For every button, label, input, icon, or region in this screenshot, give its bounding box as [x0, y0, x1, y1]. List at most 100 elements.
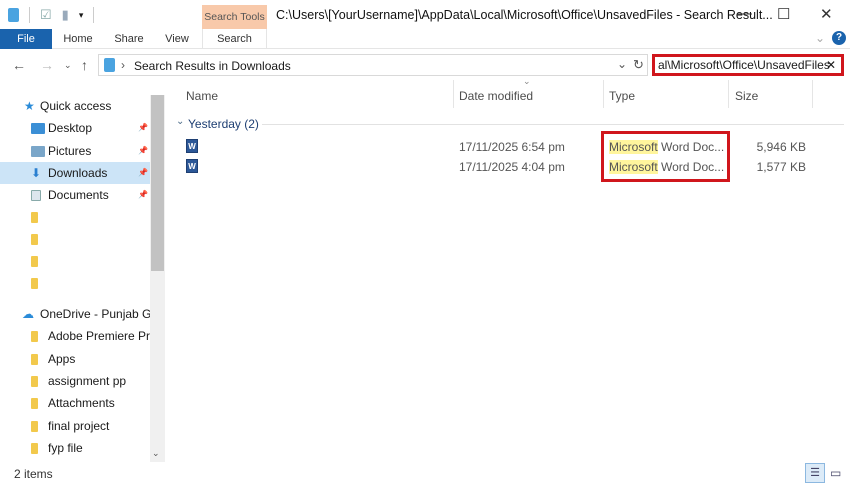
sidebar-item[interactable]: Documents 📌 — [0, 184, 150, 206]
group-divider — [262, 124, 844, 125]
help-icon[interactable]: ? — [832, 31, 846, 45]
sidebar-item[interactable]: final project — [0, 415, 150, 437]
folder-icon — [31, 354, 38, 365]
file-size: 1,577 KB — [756, 160, 806, 174]
sidebar-item-label: Quick access — [40, 99, 112, 113]
sidebar-item-label: Attachments — [48, 396, 115, 410]
sidebar-item-label: Apps — [48, 352, 76, 366]
address-dropdown-icon[interactable]: ⌄ — [617, 57, 627, 71]
sidebar-item[interactable]: Desktop 📌 — [0, 117, 150, 139]
star-icon: ★ — [24, 99, 35, 113]
window-title: C:\Users\[YourUsername]\AppData\Local\Mi… — [276, 8, 773, 22]
sidebar-item-label: Adobe Premiere Pro — [48, 329, 150, 343]
column-divider[interactable] — [812, 80, 813, 108]
sidebar-item[interactable]: Pictures 📌 — [0, 140, 150, 162]
sidebar-item[interactable] — [0, 228, 150, 250]
pin-icon[interactable]: 📌 — [138, 140, 148, 162]
pictures-icon — [31, 146, 45, 157]
documents-icon — [31, 190, 41, 201]
sidebar-item[interactable]: Attachments — [0, 392, 150, 414]
folder-icon — [31, 421, 38, 432]
cloud-icon: ☁ — [22, 307, 34, 321]
forward-button[interactable]: → — [40, 57, 54, 73]
sidebar-item[interactable]: ⬇ Downloads 📌 — [0, 162, 150, 184]
sidebar-item-label: final project — [48, 419, 110, 433]
word-document-icon: W — [186, 159, 198, 173]
column-divider[interactable] — [453, 80, 454, 108]
sidebar-item[interactable]: fyp file — [0, 437, 150, 459]
search-query: al\Microsoft\Office\UnsavedFiles — [658, 58, 830, 72]
large-icons-view-button[interactable]: ▭ — [830, 466, 841, 480]
column-divider[interactable] — [603, 80, 604, 108]
word-document-icon: W — [186, 139, 198, 153]
back-button[interactable]: ← — [12, 57, 26, 73]
tab-home[interactable]: Home — [60, 29, 96, 49]
breadcrumb[interactable]: Search Results in Downloads — [134, 59, 291, 73]
new-folder-icon[interactable]: ▮ — [62, 7, 69, 23]
sidebar-item[interactable] — [0, 206, 150, 228]
sidebar-item[interactable]: assignment pp — [0, 370, 150, 392]
sidebar-item[interactable] — [0, 272, 150, 294]
folder-icon — [31, 398, 38, 409]
column-date-modified[interactable]: Date modified — [459, 89, 533, 103]
sidebar-item-label: Pictures — [48, 144, 92, 158]
sidebar-item[interactable]: ★ Quick access — [0, 95, 150, 117]
search-location-icon — [104, 58, 115, 72]
recent-locations-icon[interactable]: ⌄ — [64, 60, 72, 71]
file-date: 17/11/2025 4:04 pm — [459, 160, 565, 174]
file-size: 5,946 KB — [756, 140, 806, 154]
pin-icon[interactable]: 📌 — [138, 162, 148, 184]
sidebar-item-label: Downloads — [48, 166, 108, 180]
tab-file[interactable]: File — [0, 29, 52, 49]
breadcrumb-chevron-icon: › — [121, 58, 125, 72]
divider — [93, 7, 95, 23]
minimize-button[interactable]: — — [737, 5, 752, 22]
refresh-icon[interactable]: ↻ — [633, 57, 644, 73]
title-bar: ☑ ▮ ▾ Search Tools C:\Users\[YourUsernam… — [0, 0, 850, 30]
details-view-button[interactable]: ☰ — [805, 463, 825, 483]
column-name[interactable]: Name — [186, 89, 218, 103]
properties-icon[interactable]: ☑ — [40, 7, 52, 23]
folder-icon — [31, 212, 38, 223]
group-header[interactable]: Yesterday (2) — [188, 117, 259, 131]
desktop-icon — [31, 123, 45, 134]
clear-search-icon[interactable]: ✕ — [826, 57, 836, 73]
sidebar-scrollbar-thumb[interactable] — [151, 95, 164, 271]
download-icon: ⬇ — [31, 166, 42, 180]
up-button[interactable]: ↑ — [81, 57, 88, 73]
quick-access-toolbar: ☑ ▮ ▾ — [8, 7, 95, 23]
expand-ribbon-icon[interactable]: ⌄ — [815, 31, 825, 45]
divider — [29, 7, 30, 23]
sidebar-item-label: assignment pp — [48, 374, 127, 388]
navigation-pane: ★ Quick access Desktop 📌 Pictures 📌 ⬇ Downloads… — [0, 95, 150, 462]
close-button[interactable]: ✕ — [820, 5, 833, 23]
sidebar-item-label: Documents — [48, 188, 109, 202]
customize-dropdown-icon[interactable]: ▾ — [79, 10, 84, 21]
address-bar[interactable]: › Search Results in Downloads ⌄ ↻ — [98, 54, 648, 76]
folder-icon — [31, 256, 38, 267]
column-type[interactable]: Type — [609, 89, 635, 103]
folder-icon — [31, 376, 38, 387]
column-size[interactable]: Size — [735, 89, 758, 103]
sidebar-item[interactable]: Apps — [0, 348, 150, 370]
search-input[interactable]: al\Microsoft\Office\UnsavedFiles ✕ — [652, 54, 844, 76]
sort-indicator-icon: ⌄ — [523, 76, 531, 86]
sidebar-item-label: Desktop — [48, 121, 93, 135]
tab-search[interactable]: Search — [202, 29, 267, 49]
search-tools-context-label: Search Tools — [202, 5, 267, 29]
group-collapse-icon[interactable]: ⌄ — [176, 116, 184, 127]
sidebar-item[interactable] — [0, 250, 150, 272]
sidebar-item[interactable]: ☁ OneDrive - Punjab Gro — [0, 303, 150, 325]
scroll-down-icon[interactable]: ⌄ — [152, 448, 160, 459]
ribbon-tabs: File Home Share View Search ⌄ ? — [0, 29, 850, 49]
sidebar-item[interactable]: Adobe Premiere Pro — [0, 325, 150, 347]
pin-icon[interactable]: 📌 — [138, 184, 148, 206]
tab-view[interactable]: View — [162, 29, 192, 49]
column-divider[interactable] — [728, 80, 729, 108]
maximize-button[interactable]: ☐ — [777, 5, 790, 23]
folder-icon — [31, 443, 38, 454]
pin-icon[interactable]: 📌 — [138, 117, 148, 139]
file-date: 17/11/2025 6:54 pm — [459, 140, 565, 154]
tab-share[interactable]: Share — [112, 29, 146, 49]
explorer-icon — [8, 8, 19, 22]
